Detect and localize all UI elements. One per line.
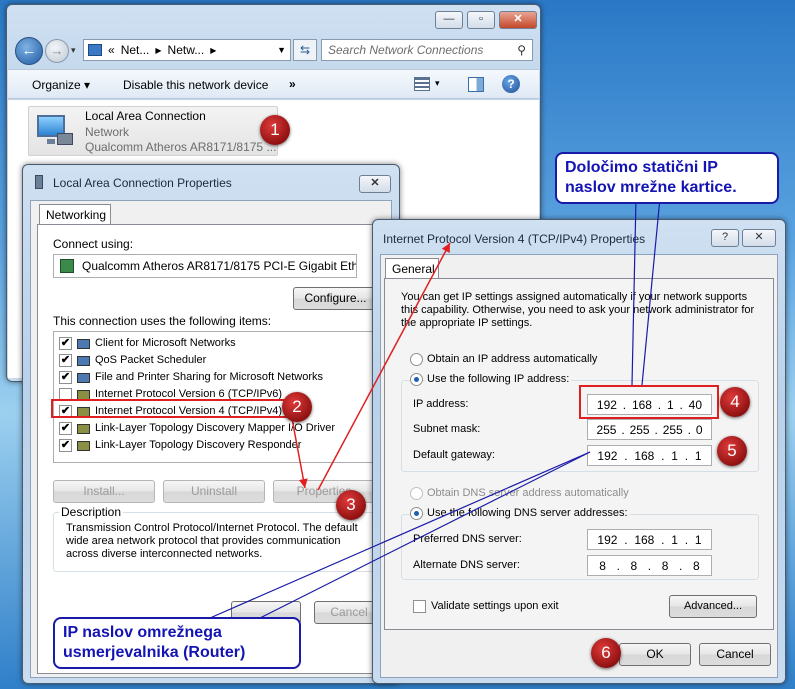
step-badge-4: 4 bbox=[720, 387, 750, 417]
callout-router-ip: IP naslov omrežnega usmerjevalnika (Rout… bbox=[53, 617, 301, 669]
step-badge-5: 5 bbox=[717, 436, 747, 466]
arrow-properties-to-ipv4 bbox=[317, 242, 451, 491]
callout-top-pointer bbox=[631, 197, 637, 386]
ip-address-highlight bbox=[579, 385, 719, 419]
annotation-arrows bbox=[51, 197, 719, 619]
step-badge-3: 3 bbox=[336, 490, 366, 520]
callout-bottom-pointer-2 bbox=[259, 451, 591, 619]
callout-top-pointer-2 bbox=[641, 197, 661, 386]
ipv4-item-highlight bbox=[51, 399, 287, 418]
step-badge-2: 2 bbox=[282, 392, 312, 422]
callout-bottom-pointer bbox=[209, 451, 591, 619]
step-badge-1: 1 bbox=[260, 115, 290, 145]
callout-static-ip: Določimo statični IP naslov mrežne karti… bbox=[555, 152, 779, 204]
step-badge-6: 6 bbox=[591, 638, 621, 668]
